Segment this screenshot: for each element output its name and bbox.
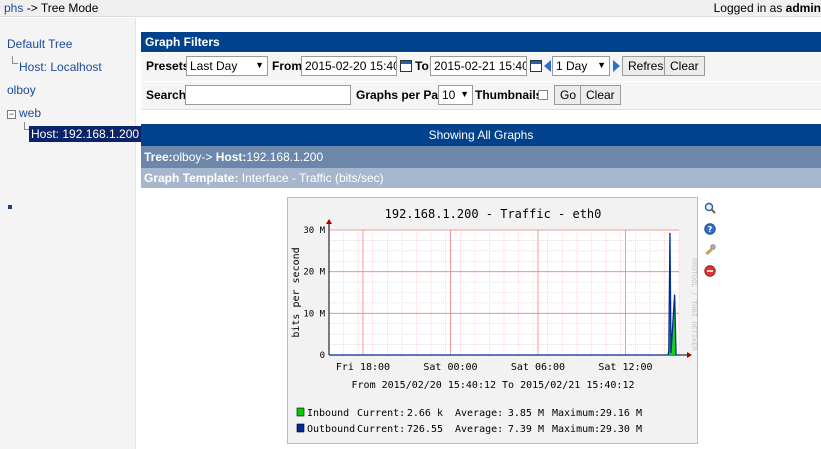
host-name: 192.168.1.200 xyxy=(246,150,324,164)
legend-average-label: Average: xyxy=(455,408,503,419)
rrdtool-watermark: RRDTOOL / TOBI OETIKER xyxy=(690,258,698,352)
x-tick-label: Sat 12:00 xyxy=(598,362,652,373)
svg-text:?: ? xyxy=(708,225,713,234)
legend-average-label: Average: xyxy=(455,424,503,435)
traffic-graph-svg: 192.168.1.200 - Traffic - eth0 Fri 18:00 S… xyxy=(291,207,698,435)
tree-name: olboy-> xyxy=(172,150,213,164)
filter-row-time: Presets: Last Day ▼ From: 2015-02-20 15:… xyxy=(141,53,821,81)
search-label: Search: xyxy=(146,88,191,102)
graphs-per-page-value: 10 xyxy=(442,88,456,102)
legend-average-value: 3.85 M xyxy=(508,408,544,419)
legend-current-label: Current: xyxy=(357,424,405,435)
breadcrumb-link[interactable]: phs xyxy=(4,1,23,15)
legend-current-value: 2.66 k xyxy=(407,408,443,419)
legend-maximum-value: 29.30 M xyxy=(600,424,642,435)
go-button[interactable]: Go xyxy=(554,85,583,105)
showing-all-graphs-header: Showing All Graphs xyxy=(141,124,821,146)
from-calendar-icon[interactable] xyxy=(400,60,412,72)
to-calendar-icon[interactable] xyxy=(530,60,542,72)
presets-select[interactable]: Last Day ▼ xyxy=(186,56,268,76)
dropdown-arrow-icon: ▼ xyxy=(255,60,264,70)
x-tick-label: Fri 18:00 xyxy=(336,362,390,373)
clear-button[interactable]: Clear xyxy=(664,56,705,76)
tree-branch-line xyxy=(12,56,18,64)
legend-maximum-label: Maximum: xyxy=(552,424,600,435)
tree-item-host-localhost[interactable]: Host: Localhost xyxy=(19,60,102,74)
to-date-input[interactable]: 2015-02-21 15:40 xyxy=(430,56,527,76)
legend-name-inbound: Inbound xyxy=(307,408,349,419)
splitter-handle[interactable] xyxy=(8,205,12,209)
tree-item-default-tree[interactable]: Default Tree xyxy=(7,37,72,51)
y-tick-label: 30 M xyxy=(303,226,325,236)
x-axis-arrow xyxy=(687,352,692,358)
y-tick-label: 20 M xyxy=(303,268,325,278)
collapse-icon[interactable]: − xyxy=(7,110,16,119)
traffic-graph[interactable]: 192.168.1.200 - Traffic - eth0 Fri 18:00 S… xyxy=(287,197,698,444)
timespan-select[interactable]: 1 Day ▼ xyxy=(552,56,610,76)
clear-search-button[interactable]: Clear xyxy=(580,85,621,105)
graph-template-bar: Graph Template: Interface - Traffic (bit… xyxy=(141,168,821,188)
y-axis-label: bits per second xyxy=(291,247,302,337)
from-date-input[interactable]: 2015-02-20 15:40 xyxy=(301,56,397,76)
shift-left-icon[interactable] xyxy=(544,60,551,72)
search-input[interactable] xyxy=(185,85,351,105)
info-icon[interactable]: ? xyxy=(704,223,716,235)
x-tick-label: Sat 06:00 xyxy=(511,362,565,373)
tree-item-olboy[interactable]: olboy xyxy=(7,83,36,97)
dropdown-arrow-icon: ▼ xyxy=(597,60,606,70)
to-date-value: 2015-02-21 15:40 xyxy=(434,59,527,73)
graph-template-value: Interface - Traffic (bits/sec) xyxy=(238,171,384,185)
graph-filters-header: Graph Filters xyxy=(141,32,821,52)
x-tick-label: Sat 00:00 xyxy=(423,362,477,373)
legend-swatch-inbound xyxy=(296,407,305,417)
legend-swatch-outbound xyxy=(296,423,305,433)
legend-maximum-label: Maximum: xyxy=(552,408,600,419)
shift-right-icon[interactable] xyxy=(613,60,620,72)
delete-icon[interactable] xyxy=(704,265,716,277)
top-bar: phs -> Tree Mode Logged in as admin xyxy=(0,0,821,17)
tree-panel: Default Tree Host: Localhost olboy − web… xyxy=(0,18,142,449)
y-axis-arrow xyxy=(326,219,332,224)
tree-item-web[interactable]: web xyxy=(19,106,41,120)
tree-prefix: Tree: xyxy=(144,150,173,164)
y-tick-label: 0 xyxy=(320,351,325,361)
graph-template-label: Graph Template: xyxy=(144,171,239,185)
zoom-icon[interactable] xyxy=(704,202,716,214)
edit-icon[interactable] xyxy=(704,244,716,256)
login-status: Logged in as admin xyxy=(714,1,821,15)
breadcrumb-current: -> Tree Mode xyxy=(23,1,99,15)
tree-item-host-192-168-1-200[interactable]: Host: 192.168.1.200 xyxy=(29,126,142,142)
from-date-value: 2015-02-20 15:40 xyxy=(305,59,397,73)
legend-maximum-value: 29.16 M xyxy=(600,408,642,419)
timespan-value: 1 Day xyxy=(556,59,588,73)
legend-current-value: 726.55 xyxy=(407,424,443,435)
graphs-per-page-select[interactable]: 10 ▼ xyxy=(438,85,473,105)
filter-row-search: Search: Graphs per Page: 10 ▼ Thumbnails… xyxy=(141,82,821,110)
tree-host-bar: Tree:olboy-> Host:192.168.1.200 xyxy=(141,146,821,168)
thumbnails-label: Thumbnails: xyxy=(475,88,547,102)
time-range-label: From 2015/02/20 15:40:12 To 2015/02/21 1… xyxy=(352,380,635,391)
host-prefix: Host: xyxy=(212,150,247,164)
chart-title: 192.168.1.200 - Traffic - eth0 xyxy=(385,207,602,221)
dropdown-arrow-icon: ▼ xyxy=(460,89,469,99)
login-prefix: Logged in as xyxy=(713,1,786,15)
breadcrumb: phs -> Tree Mode xyxy=(4,1,98,15)
legend-current-label: Current: xyxy=(357,408,405,419)
legend-average-value: 7.39 M xyxy=(508,424,544,435)
y-tick-label: 10 M xyxy=(303,309,325,319)
username[interactable]: admin xyxy=(786,1,821,15)
legend-name-outbound: Outbound xyxy=(307,424,355,435)
thumbnails-checkbox[interactable] xyxy=(538,90,548,100)
presets-value: Last Day xyxy=(190,59,238,73)
